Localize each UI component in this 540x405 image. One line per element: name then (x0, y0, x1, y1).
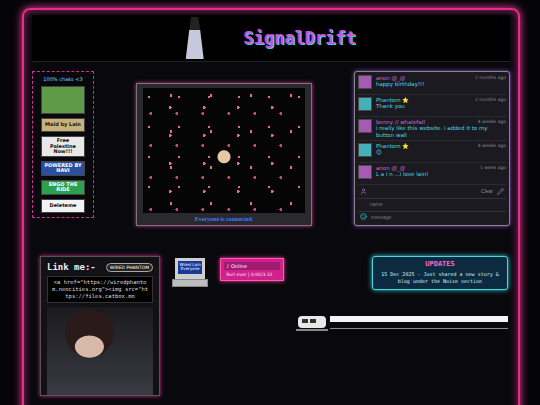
message-head: Phantom ⭐ 2 months ago (376, 97, 506, 103)
link-head: Link me:- WIRED PHANTOM (47, 262, 153, 272)
avatar-icon (358, 97, 372, 111)
bottom-row: Link me:- WIRED PHANTOM <a href="https://w… (32, 256, 510, 396)
train-icon (296, 310, 328, 334)
message-body: Phantom ⭐ 2 months agoThank you (376, 97, 506, 110)
lain-image (47, 307, 153, 395)
feature-image (143, 88, 305, 213)
message-name: anon @_@ (376, 165, 405, 171)
page: SignalDrift 100% chaks <3 Maid by Lain Free… (0, 0, 540, 405)
message-name: Phantom ⭐ (376, 143, 409, 149)
message-body: anon @_@ 2 months agohappy birthday!!! (376, 75, 506, 88)
message-text: L a i n ...i love lain! (376, 171, 506, 178)
message-head: anon @_@ 2 months ago (376, 75, 506, 81)
right-column: UPDATES 15 Dec 2025 - Just shared a new s… (296, 256, 510, 334)
site-badge[interactable]: Maid by Lain (41, 118, 85, 132)
message-name: benny // whalefall (376, 119, 425, 125)
feature-card: Everyone is connected. (136, 83, 312, 226)
main-row: 100% chaks <3 Maid by Lain Free Palestine … (32, 71, 510, 226)
link-title: Link me:- (47, 262, 96, 272)
sidebar: 100% chaks <3 Maid by Lain Free Palestine … (32, 71, 94, 218)
center-column: Everyone is connected. (104, 71, 344, 226)
avatar-icon (358, 143, 372, 157)
chat-message: anon @_@ 1 week agoL a i n ...i love lain… (358, 165, 506, 185)
sidebar-title: 100% chaks <3 (43, 76, 82, 82)
player-status: ♪ Online (224, 262, 280, 270)
chat-box: anon @_@2 months agohappy birthday!!!Pha… (354, 71, 510, 226)
link-code[interactable]: <a href="https://wiredphantom.neocities.… (47, 276, 153, 303)
message-body: anon @_@ 1 week agoL a i n ...i love lain… (376, 165, 506, 178)
train-strip (296, 310, 508, 334)
message-text: Thank you (376, 103, 506, 110)
message-text: 😊 (376, 149, 506, 156)
message-field (358, 211, 506, 222)
site-badge[interactable]: ENGO THE RIDE (41, 180, 85, 195)
site-title: SignalDrift (244, 28, 357, 48)
feature-caption: Everyone is connected. (143, 213, 305, 222)
updates-title: UPDATES (378, 260, 502, 268)
site-badge[interactable]: POWERED BY NAVI (41, 161, 85, 176)
music-player[interactable]: ♪ Online Ruri ever | 0:00/3:31 (220, 258, 284, 281)
avatar-icon (358, 165, 372, 179)
track-lines (330, 316, 508, 329)
header: SignalDrift (32, 15, 510, 62)
site-badge[interactable]: Free Palestine Now!!! (41, 136, 85, 157)
message-head: anon @_@ 1 week ago (376, 165, 506, 171)
name-input[interactable] (360, 200, 504, 208)
message-body: Phantom ⭐ 4 weeks ago😊 (376, 143, 506, 156)
message-time: 1 week ago (480, 165, 506, 171)
smile-icon[interactable] (360, 213, 367, 220)
message-head: benny // whalefall 4 weeks ago (376, 119, 506, 125)
updates-text: 15 Dec 2025 - Just shared a new story & … (378, 271, 502, 284)
site-badge[interactable] (41, 86, 85, 114)
message-time: 2 months ago (475, 75, 506, 81)
link-box: Link me:- WIRED PHANTOM <a href="https://w… (40, 256, 160, 396)
header-figure (186, 17, 204, 59)
chat-message: Phantom ⭐ 2 months agoThank you (358, 97, 506, 117)
name-field (358, 198, 506, 209)
site-frame: SignalDrift 100% chaks <3 Maid by Lain Free… (22, 8, 520, 405)
chat-message: anon @_@ 2 months agohappy birthday!!! (358, 75, 506, 95)
chat-toolbar: Clear (358, 187, 506, 196)
updates-box: UPDATES 15 Dec 2025 - Just shared a new s… (372, 256, 508, 290)
message-name: Phantom ⭐ (376, 97, 409, 103)
pencil-icon[interactable] (497, 188, 504, 195)
track-line (330, 328, 508, 329)
computer-case (172, 279, 208, 287)
site-badge[interactable]: Deleteme (41, 199, 85, 213)
message-time: 4 weeks ago (478, 143, 506, 149)
computer-icon[interactable]: Wired Lain Everyone (172, 256, 208, 287)
avatar-icon (358, 119, 372, 133)
avatar-icon (358, 75, 372, 89)
message-head: Phantom ⭐ 4 weeks ago (376, 143, 506, 149)
user-icon[interactable] (360, 188, 367, 195)
chat-message: benny // whalefall 4 weeks agoi really li… (358, 119, 506, 141)
message-body: benny // whalefall 4 weeks agoi really li… (376, 119, 506, 139)
player-track: Ruri ever | 0:00/3:31 (224, 272, 280, 277)
message-time: 2 months ago (475, 97, 506, 103)
computer-screen: Wired Lain Everyone (175, 258, 205, 279)
message-name: anon @_@ (376, 75, 405, 81)
message-time: 4 weeks ago (478, 119, 506, 125)
message-text: happy birthday!!! (376, 81, 506, 88)
message-input[interactable] (371, 213, 504, 221)
link-badge[interactable]: WIRED PHANTOM (106, 263, 153, 272)
track-line (330, 316, 508, 322)
chat-message: Phantom ⭐ 4 weeks ago😊 (358, 143, 506, 163)
message-text: i really like this website. i added it t… (376, 125, 506, 139)
clear-button[interactable]: Clear (481, 188, 493, 194)
